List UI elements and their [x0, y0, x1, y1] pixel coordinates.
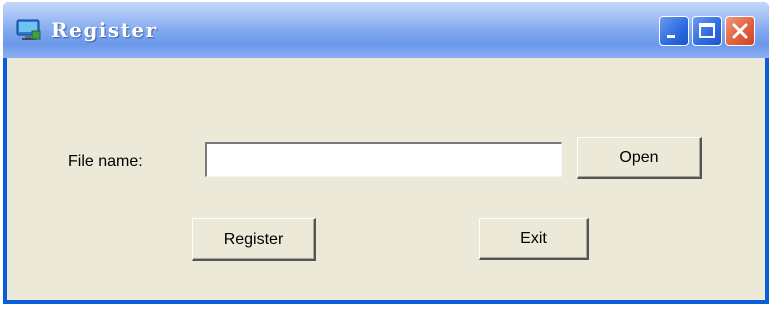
- minimize-button[interactable]: [659, 16, 689, 46]
- register-window: Register File name: Open Register Exit: [3, 2, 769, 304]
- file-name-label: File name:: [68, 153, 143, 170]
- close-button[interactable]: [725, 16, 755, 46]
- register-button[interactable]: Register: [192, 218, 316, 261]
- file-name-input[interactable]: [205, 142, 562, 177]
- open-button[interactable]: Open: [577, 137, 702, 179]
- title-bar[interactable]: Register: [3, 2, 769, 58]
- exit-button[interactable]: Exit: [479, 218, 589, 260]
- maximize-button[interactable]: [692, 16, 722, 46]
- client-area: File name: Open Register Exit: [7, 58, 765, 300]
- window-title: Register: [51, 18, 158, 42]
- app-icon: [16, 19, 42, 41]
